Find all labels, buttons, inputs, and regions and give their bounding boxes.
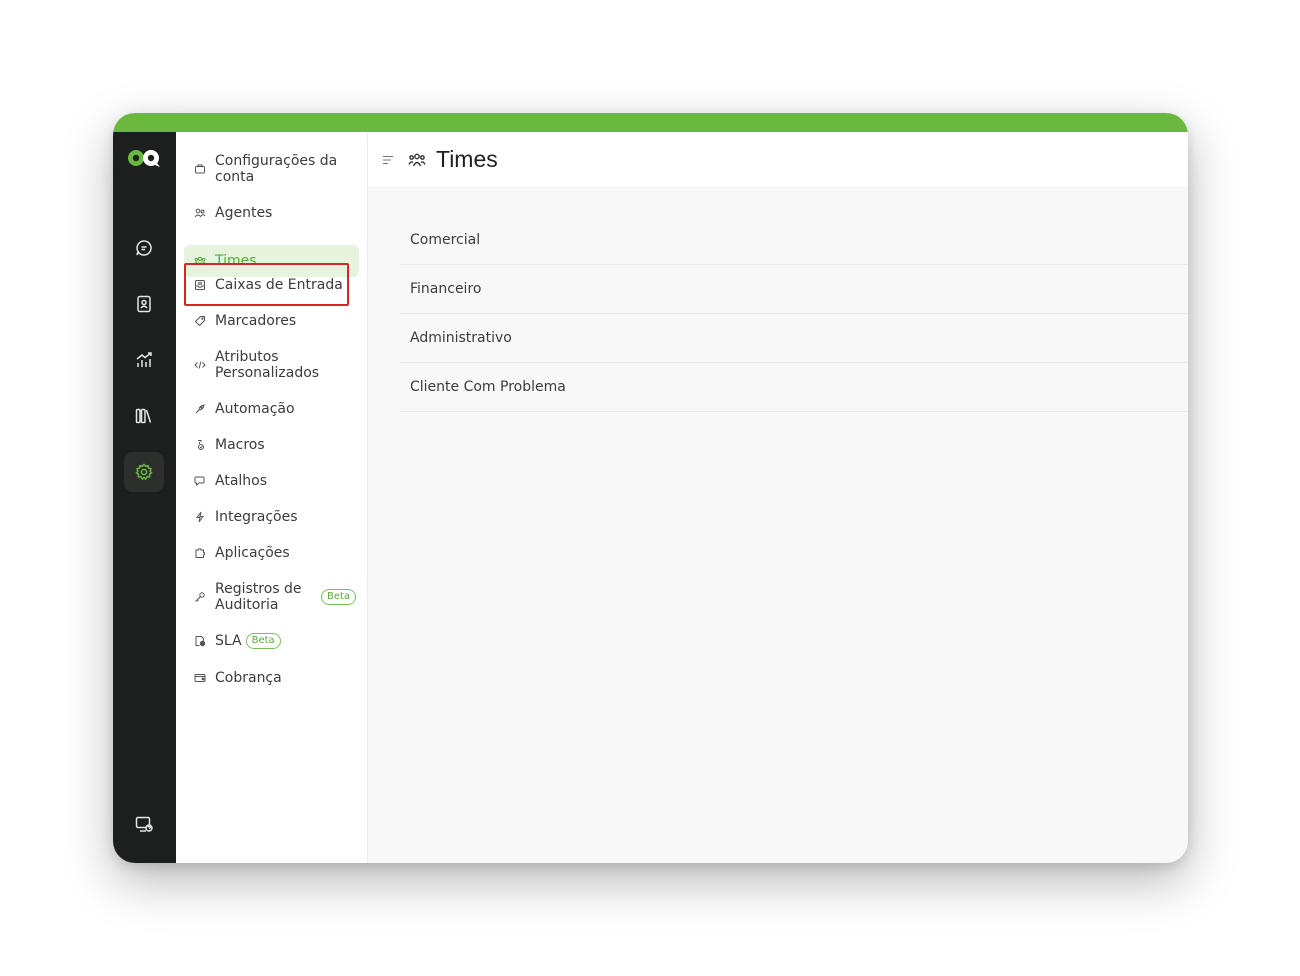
beta-badge: Beta [245,633,281,649]
team-row[interactable]: Administrativo [400,314,1188,363]
team-icon [408,153,426,167]
rail-help-center-button[interactable] [124,804,164,844]
rail-reports-button[interactable] [124,340,164,380]
rail-conversations-button[interactable] [124,228,164,268]
menu-item-account-settings[interactable]: Configurações da conta [184,153,359,185]
tag-icon [194,315,206,327]
menu-item-labels[interactable]: Marcadores [184,313,359,329]
menu-item-label: Times [215,253,257,269]
lightning-icon [194,511,206,523]
menu-item-label: Macros [215,437,265,453]
app-window: Configurações da conta Agentes Times Cai… [113,113,1188,863]
library-icon [135,408,152,424]
wallet-icon [194,672,206,684]
briefcase-icon [194,163,206,175]
menu-item-integrations[interactable]: Integrações [184,509,359,525]
menu-item-label: Integrações [215,509,298,525]
menu-item-label: SLA [215,633,242,649]
menu-item-inboxes[interactable]: Caixas de Entrada [184,277,359,293]
menu-item-canned-responses[interactable]: Atalhos [184,473,359,489]
menu-item-billing[interactable]: Cobrança [184,670,359,686]
menu-item-label: Atributos Personalizados [215,349,320,381]
menu-item-label: Cobrança [215,670,282,686]
team-icon [194,255,206,267]
inbox-icon [194,279,206,291]
primary-nav-rail [113,132,176,863]
code-icon [194,359,206,371]
team-row[interactable]: Financeiro [400,265,1188,314]
beta-badge: Beta [321,589,357,605]
menu-item-teams[interactable]: Times [184,245,359,277]
team-name: Administrativo [410,330,512,346]
team-name: Financeiro [410,281,482,297]
menu-item-custom-attributes[interactable]: Atributos Personalizados [184,349,359,381]
key-icon [194,591,206,603]
menu-item-label: Atalhos [215,473,268,489]
menu-item-label: Caixas de Entrada [215,277,343,293]
puzzle-icon [194,547,206,559]
menu-item-audit-logs[interactable]: Registros de Auditoria Beta [184,581,359,613]
app-logo-icon [128,150,160,167]
settings-menu: Configurações da conta Agentes Times Cai… [176,132,368,863]
menu-item-agents[interactable]: Agentes [184,205,359,221]
rail-contacts-button[interactable] [124,284,164,324]
chart-trend-icon [136,352,152,367]
menu-item-automation[interactable]: Automação [184,401,359,417]
page-header: Times [368,132,1188,188]
menu-item-sla[interactable]: SLA Beta [184,633,359,649]
gear-icon [135,463,153,481]
page-title: Times [436,146,498,172]
chat-bubble-icon [136,240,152,256]
rail-campaigns-button[interactable] [124,396,164,436]
menu-item-label: Automação [215,401,295,417]
sla-icon [194,635,206,647]
canned-response-icon [194,475,206,487]
team-name: Cliente Com Problema [410,379,566,395]
menu-item-macros[interactable]: Macros [184,437,359,453]
menu-item-label: Marcadores [215,313,297,329]
macro-icon [194,439,206,451]
menu-item-applications[interactable]: Aplicações [184,545,359,561]
team-row[interactable]: Cliente Com Problema [400,363,1188,412]
team-name: Comercial [410,232,481,248]
team-row[interactable]: Comercial [400,216,1188,265]
menu-item-label: Configurações da conta [215,153,338,185]
main-content: Times Comercial Financeiro Administrativ… [368,132,1188,863]
people-icon [194,207,206,219]
menu-item-label: Agentes [215,205,273,221]
contact-book-icon [137,295,151,313]
menu-item-label: Aplicações [215,545,290,561]
menu-toggle-icon[interactable] [382,154,394,166]
top-accent-bar [113,113,1188,132]
menu-item-label: Registros de Auditoria [215,581,302,613]
rail-settings-button[interactable] [124,452,164,492]
teams-list: Comercial Financeiro Administrativo Clie… [400,216,1188,412]
help-center-icon [135,816,153,832]
automation-icon [194,403,206,415]
